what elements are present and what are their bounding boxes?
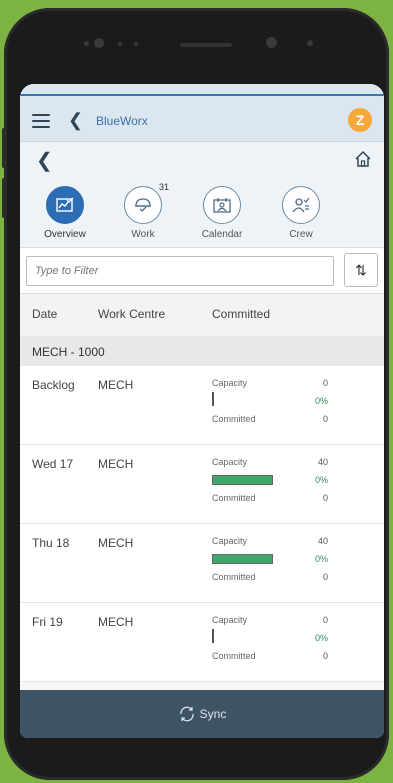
capacity-bar [212,554,273,564]
table-row[interactable]: Fri 19 MECH Capacity 0 0% Committed 0 [20,603,384,682]
capacity-label: Capacity [212,457,248,467]
table-row[interactable]: Thu 18 MECH Capacity 40 0% Committed 0 [20,524,384,603]
app-header: ❮ BlueWorx Z [20,84,384,142]
filter-input[interactable] [26,256,334,286]
tab-label: Overview [44,229,86,240]
camera-dot [94,38,104,48]
sensor-dot [307,40,313,46]
sync-icon [180,706,194,722]
tab-calendar[interactable]: Calendar [187,186,257,240]
committed-value: 0 [322,651,328,661]
phone-side-button [2,128,6,168]
sensor-dot [118,42,122,46]
capacity-label: Capacity [212,615,248,625]
capacity-value: 40 [317,457,328,467]
tab-work[interactable]: 31 Work [108,182,178,240]
capacity-label: Capacity [212,378,248,388]
sensor-dot [84,41,89,46]
home-icon[interactable] [354,150,372,168]
filter-bar: ⇅ [20,248,384,294]
capacity-bar-fill [213,476,272,484]
row-date: Fri 19 [32,615,63,629]
sub-header: ❮ [20,142,384,178]
capacity-bar-empty [212,629,214,643]
phone-frame: ❮ BlueWorx Z ❮ Overview 31 Work Calendar… [2,8,389,780]
avatar[interactable]: Z [348,108,372,132]
tab-label: Crew [289,229,313,240]
tab-crew[interactable]: Crew [266,186,336,240]
percent-value: 0% [314,475,328,485]
capacity-value: 0 [322,615,328,625]
phone-bezel [4,8,389,83]
capacity-list: Backlog MECH Capacity 0 0% Committed 0 W… [20,366,384,682]
capacity-bar [212,475,273,485]
app-screen: ❮ BlueWorx Z ❮ Overview 31 Work Calendar… [20,84,384,738]
committed-label: Committed [212,572,256,582]
row-date: Thu 18 [32,536,70,550]
capacity-bar-empty [212,392,214,406]
table-row[interactable]: Backlog MECH Capacity 0 0% Committed 0 [20,366,384,445]
percent-value: 0% [314,554,328,564]
row-work-centre: MECH [98,378,134,392]
tab-bar: Overview 31 Work Calendar Crew [20,178,384,250]
tab-overview[interactable]: Overview [30,186,100,250]
sync-button[interactable]: Sync [20,690,384,738]
committed-value: 0 [322,493,328,503]
chart-check-icon [46,186,84,224]
sort-icon[interactable]: ⇅ [344,253,378,287]
tab-label: Calendar [201,229,243,240]
tab-label: Work [131,229,155,240]
committed-value: 0 [322,572,328,582]
hardhat-check-icon [124,186,162,224]
committed-value: 0 [322,414,328,424]
crew-icon [282,186,320,224]
chevron-left-icon[interactable]: ❮ [68,110,83,131]
table-header: Date Work Centre Committed [20,294,384,336]
capacity-value: 0 [322,378,328,388]
capacity-label: Capacity [212,536,248,546]
capacity-value: 40 [317,536,328,546]
sync-label: Sync [199,707,227,721]
work-count-badge: 31 [159,182,170,192]
percent-value: 0% [314,633,328,643]
committed-label: Committed [212,414,256,424]
sensor-dot [134,42,138,46]
column-header-work-centre: Work Centre [98,307,166,321]
column-header-committed: Committed [212,307,271,321]
calendar-person-icon [203,186,241,224]
row-date: Wed 17 [32,457,74,471]
front-camera [266,37,277,48]
column-header-date: Date [32,307,58,321]
menu-icon[interactable] [32,114,50,128]
row-work-centre: MECH [98,457,134,471]
row-work-centre: MECH [98,615,134,629]
capacity-bar-fill [213,555,272,563]
committed-label: Committed [212,651,256,661]
back-icon[interactable]: ❮ [36,148,53,173]
app-title: BlueWorx [96,114,148,128]
percent-value: 0% [314,396,328,406]
phone-side-button [2,178,6,218]
speaker-grille [180,43,232,47]
committed-label: Committed [212,493,256,503]
header-accent-line [20,94,384,96]
row-date: Backlog [32,378,75,392]
group-header: MECH - 1000 [20,336,384,366]
table-row[interactable]: Wed 17 MECH Capacity 40 0% Committed 0 [20,445,384,524]
row-work-centre: MECH [98,536,134,550]
